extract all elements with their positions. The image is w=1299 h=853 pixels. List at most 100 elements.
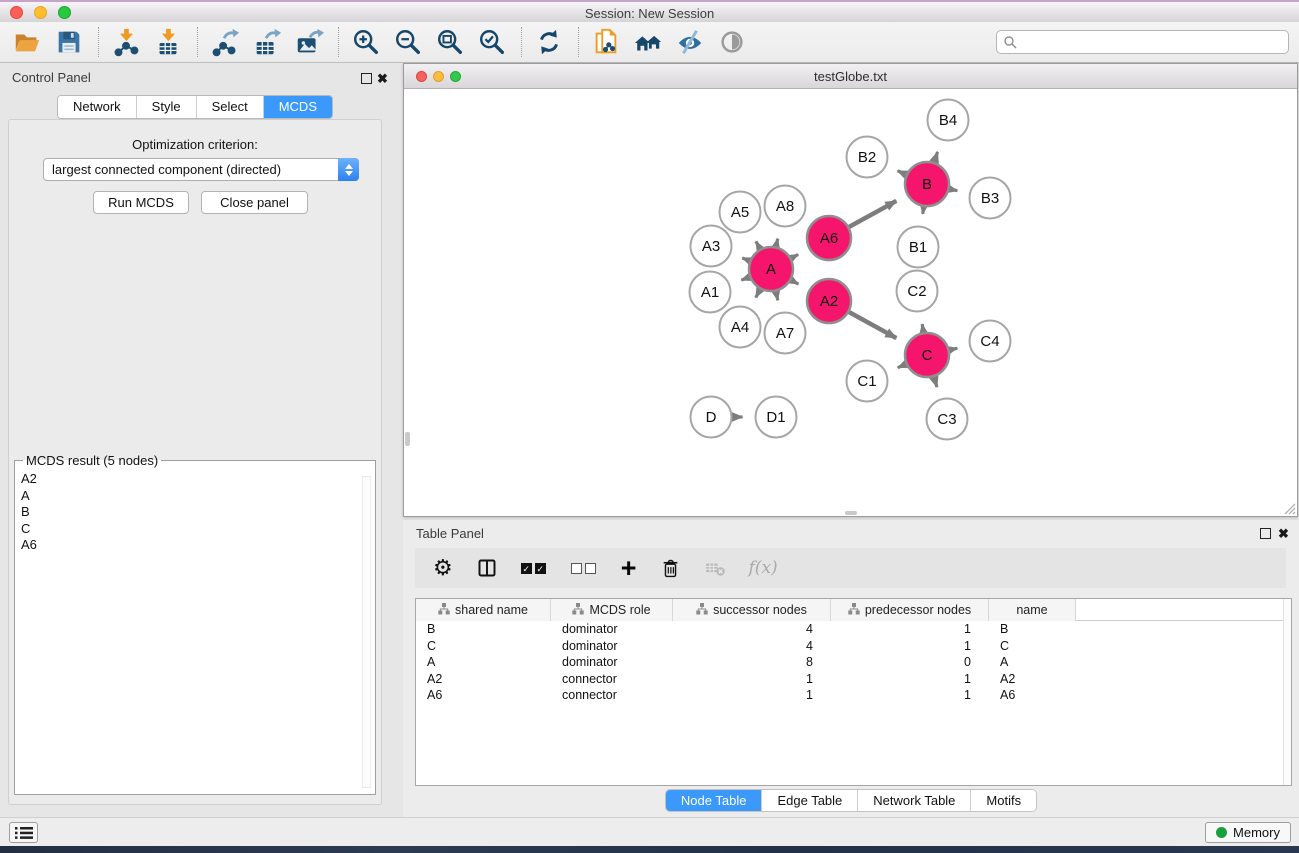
tab-mcds[interactable]: MCDS (264, 96, 332, 118)
node-A5[interactable]: A5 (720, 192, 761, 233)
edge-A-A8[interactable] (776, 239, 778, 247)
zoom-in-icon[interactable] (349, 25, 383, 59)
run-mcds-button[interactable]: Run MCDS (93, 191, 189, 214)
float-table-panel-icon[interactable] (1260, 528, 1271, 539)
table-row[interactable]: Bdominator41B (416, 621, 1291, 638)
column-header-name[interactable]: name (989, 599, 1076, 621)
open-session-icon[interactable] (10, 25, 44, 59)
close-panel-icon[interactable]: ✖ (377, 73, 388, 84)
deselect-all-checks-icon[interactable] (571, 563, 599, 574)
show-column-icon[interactable] (475, 556, 499, 580)
zoom-out-icon[interactable] (391, 25, 425, 59)
eye-icon[interactable] (715, 25, 749, 59)
edge-C-C1[interactable] (898, 364, 906, 368)
edge-C-C3[interactable] (934, 377, 937, 387)
float-panel-icon[interactable] (361, 73, 372, 84)
node-C3[interactable]: C3 (927, 399, 968, 440)
close-panel-button[interactable]: Close panel (201, 191, 308, 214)
duplicate-network-icon[interactable] (589, 25, 623, 59)
edge-A-A3[interactable] (742, 258, 749, 261)
edge-A2-C[interactable] (849, 312, 896, 338)
tab-style[interactable]: Style (137, 96, 197, 118)
task-history-button[interactable] (9, 822, 38, 843)
refresh-icon[interactable] (532, 25, 566, 59)
zoom-fit-icon[interactable] (433, 25, 467, 59)
node-A4[interactable]: A4 (720, 307, 761, 348)
network-window-titlebar[interactable]: testGlobe.txt (404, 64, 1297, 89)
result-scrollbar[interactable] (362, 476, 371, 788)
tab-motifs[interactable]: Motifs (971, 790, 1036, 811)
node-A2[interactable]: A2 (807, 279, 851, 323)
node-D1[interactable]: D1 (756, 397, 797, 438)
tab-network[interactable]: Network (58, 96, 137, 118)
node-D[interactable]: D (691, 397, 732, 438)
mcds-result-item[interactable]: A6 (21, 537, 369, 554)
mcds-result-list[interactable]: A2ABCA6 (21, 471, 369, 554)
node-B1[interactable]: B1 (898, 227, 939, 268)
export-network-icon[interactable] (208, 25, 242, 59)
edge-B-B4[interactable] (934, 152, 937, 162)
import-network-icon[interactable] (109, 25, 143, 59)
search-input[interactable] (1017, 33, 1288, 51)
network-graph[interactable]: B4B2BB3A5A8A6B1A3AC2A1A2A4A7C4CC1C3DD1 (404, 89, 1297, 516)
edge-B-B2[interactable] (898, 171, 906, 175)
node-A[interactable]: A (749, 247, 793, 291)
node-A1[interactable]: A1 (690, 272, 731, 313)
column-header-successor-nodes[interactable]: successor nodes (673, 599, 831, 621)
vertical-scrollbar-thumb[interactable] (405, 432, 410, 446)
node-A3[interactable]: A3 (691, 226, 732, 267)
node-B[interactable]: B (905, 162, 949, 206)
select-all-checks-icon[interactable]: ✓✓ (521, 563, 549, 574)
column-header-mcds-role[interactable]: MCDS role (551, 599, 673, 621)
edge-A-A4[interactable] (756, 289, 760, 297)
edge-A-A7[interactable] (776, 291, 778, 300)
edge-A6-B[interactable] (849, 201, 896, 227)
column-header-shared-name[interactable]: shared name (416, 599, 551, 621)
tab-select[interactable]: Select (197, 96, 264, 118)
tab-node-table[interactable]: Node Table (666, 790, 763, 811)
edge-A-A5[interactable] (756, 241, 760, 248)
table-scrollbar[interactable] (1283, 599, 1291, 785)
mcds-result-item[interactable]: A (21, 488, 369, 505)
table-row[interactable]: A6connector11A6 (416, 687, 1291, 704)
save-session-icon[interactable] (52, 25, 86, 59)
add-column-icon[interactable]: + (621, 558, 637, 578)
edge-C-C2[interactable] (922, 324, 923, 332)
tab-edge-table[interactable]: Edge Table (762, 790, 858, 811)
node-C1[interactable]: C1 (847, 361, 888, 402)
edge-A-A6[interactable] (791, 254, 798, 258)
delete-column-icon[interactable] (659, 557, 682, 580)
edge-A-A1[interactable] (741, 277, 749, 280)
network-canvas[interactable]: B4B2BB3A5A8A6B1A3AC2A1A2A4A7C4CC1C3DD1 (404, 89, 1297, 516)
node-C2[interactable]: C2 (897, 271, 938, 312)
table-row[interactable]: A2connector11A2 (416, 671, 1291, 688)
import-table-icon[interactable] (151, 25, 185, 59)
tab-network-table[interactable]: Network Table (858, 790, 971, 811)
node-B4[interactable]: B4 (928, 100, 969, 141)
resize-grip-icon[interactable] (1282, 501, 1296, 515)
table-row[interactable]: Adominator80A (416, 654, 1291, 671)
show-hide-panels-icon[interactable] (673, 25, 707, 59)
edge-C-C4[interactable] (949, 348, 957, 350)
table-options-gear-icon[interactable]: ⚙ (433, 557, 453, 579)
zoom-selected-icon[interactable] (475, 25, 509, 59)
node-A6[interactable]: A6 (807, 216, 851, 260)
table-row[interactable]: Cdominator41C (416, 638, 1291, 655)
horizontal-scrollbar-thumb[interactable] (845, 511, 857, 515)
column-header-predecessor-nodes[interactable]: predecessor nodes (831, 599, 989, 621)
mcds-result-item[interactable]: B (21, 504, 369, 521)
export-image-icon[interactable] (292, 25, 326, 59)
node-B3[interactable]: B3 (970, 178, 1011, 219)
node-A8[interactable]: A8 (765, 186, 806, 227)
close-table-panel-icon[interactable]: ✖ (1278, 528, 1289, 539)
home-icon[interactable] (631, 25, 665, 59)
edge-B-B1[interactable] (923, 207, 924, 214)
node-B2[interactable]: B2 (847, 137, 888, 178)
node-A7[interactable]: A7 (765, 313, 806, 354)
edge-B-B3[interactable] (949, 189, 957, 191)
node-C4[interactable]: C4 (970, 321, 1011, 362)
mcds-result-item[interactable]: A2 (21, 471, 369, 488)
memory-button[interactable]: Memory (1205, 822, 1291, 843)
mcds-result-item[interactable]: C (21, 521, 369, 538)
export-table-icon[interactable] (250, 25, 284, 59)
